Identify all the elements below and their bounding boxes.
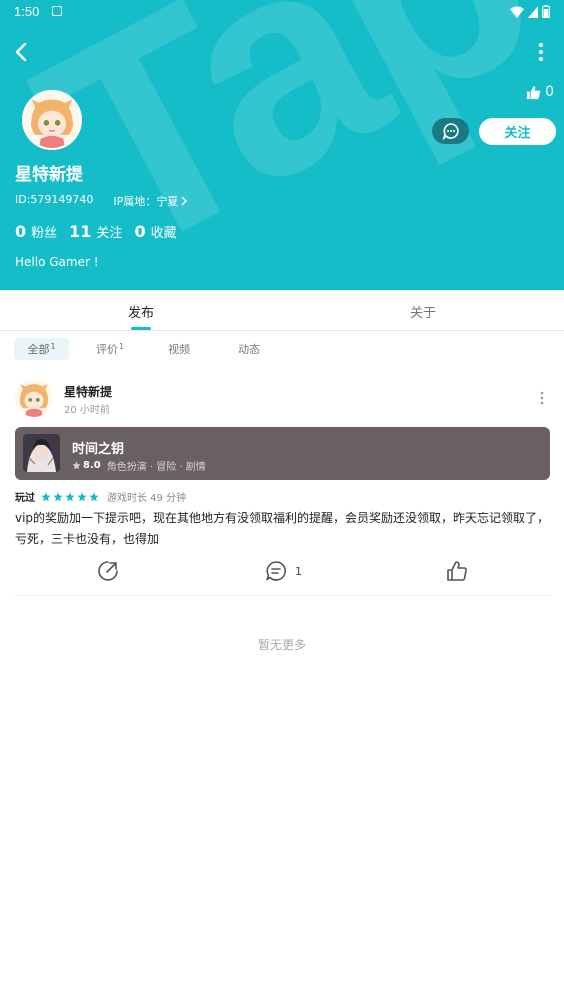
ip-location-text: IP属地：宁夏 xyxy=(113,195,179,208)
chevron-right-icon xyxy=(181,196,188,206)
like-count: 0 xyxy=(545,84,554,100)
more-vertical-icon xyxy=(540,391,544,405)
stat-favorites[interactable]: 0 收藏 xyxy=(134,222,176,241)
star-icon xyxy=(77,492,87,501)
comment-icon xyxy=(266,561,287,581)
profile-tabs: 发布 关于 xyxy=(0,290,564,331)
post-body[interactable]: vip的奖励加一下提示吧，现在其他地方有没领取福利的提醒，会员奖励还没领取，昨天… xyxy=(15,508,555,550)
user-id-line: ID:579149740 IP属地：宁夏 xyxy=(15,193,188,209)
filter-moments[interactable]: 动态 xyxy=(227,338,271,360)
chat-bubble-icon xyxy=(442,123,459,140)
star-icon xyxy=(72,461,81,470)
filter-reviews[interactable]: 评价 1 xyxy=(85,338,135,360)
share-button[interactable] xyxy=(97,560,119,586)
status-icons xyxy=(510,5,550,18)
content-filters: 全部 1 评价 1 视频 动态 xyxy=(14,338,279,360)
avatar-image xyxy=(15,379,53,417)
post-author-name[interactable]: 星特新提 xyxy=(64,383,112,400)
filter-label: 动态 xyxy=(238,343,261,356)
comment-button[interactable]: 1 xyxy=(265,560,302,582)
signal-icon xyxy=(528,5,538,18)
game-title: 时间之钥 xyxy=(72,442,125,457)
star-icon xyxy=(53,492,63,501)
played-rating-row: 玩过 游戏时长 49 分钟 xyxy=(15,489,186,504)
ip-location[interactable]: IP属地：宁夏 xyxy=(113,193,188,209)
stat-label: 关注 xyxy=(96,226,123,241)
game-cover-image xyxy=(23,434,60,472)
game-score: 8.0 xyxy=(72,460,101,471)
notification-icon xyxy=(52,6,62,16)
star-icon xyxy=(65,492,75,501)
stat-fans[interactable]: 0 粉丝 xyxy=(15,222,57,241)
username: 星特新提 xyxy=(15,165,83,185)
avatar-image xyxy=(24,92,80,148)
profile-header: TapTap 1:50 0 关注 xyxy=(0,0,564,290)
user-id: ID:579149740 xyxy=(15,193,94,206)
game-meta: 8.0 角色扮演 · 冒险 · 剧情 xyxy=(72,458,206,473)
post-timestamp: 20 小时前 xyxy=(64,405,110,416)
tab-publish[interactable]: 发布 xyxy=(128,302,154,321)
back-button[interactable] xyxy=(10,40,34,64)
star-icon xyxy=(41,492,51,501)
rating-stars xyxy=(41,492,99,502)
post-actions: 1 xyxy=(0,560,564,584)
stat-number: 0 xyxy=(15,222,27,241)
thumbs-up-icon xyxy=(527,85,541,99)
user-bio: Hello Gamer ! xyxy=(15,255,99,269)
filter-label: 视频 xyxy=(168,343,191,356)
battery-icon xyxy=(542,5,550,18)
post-divider xyxy=(15,595,550,596)
post-more-button[interactable] xyxy=(540,390,544,405)
game-icon xyxy=(23,434,60,472)
profile-likes[interactable]: 0 xyxy=(526,84,554,100)
no-more-text: 暂无更多 xyxy=(257,638,306,652)
share-icon xyxy=(98,561,118,581)
stat-number: 0 xyxy=(134,222,146,241)
filter-label: 全部 xyxy=(27,343,50,356)
like-button[interactable] xyxy=(446,560,468,586)
game-tags: 角色扮演 · 冒险 · 剧情 xyxy=(106,462,206,473)
game-score-value: 8.0 xyxy=(83,460,101,471)
star-icon xyxy=(89,492,99,501)
filter-videos[interactable]: 视频 xyxy=(157,338,201,360)
playtime: 游戏时长 49 分钟 xyxy=(107,493,187,504)
status-time: 1:50 xyxy=(14,4,40,19)
stat-label: 粉丝 xyxy=(31,226,58,241)
active-tab-indicator xyxy=(131,327,151,330)
follow-button[interactable]: 关注 xyxy=(479,118,556,145)
filter-label: 评价 xyxy=(96,343,118,356)
more-options-button[interactable] xyxy=(534,42,548,62)
status-bar: 1:50 xyxy=(0,0,564,24)
played-label: 玩过 xyxy=(15,493,35,504)
back-arrow-icon xyxy=(15,42,27,62)
game-card[interactable]: 时间之钥 8.0 角色扮演 · 冒险 · 剧情 xyxy=(15,427,550,480)
filter-count: 1 xyxy=(119,341,125,351)
tab-about[interactable]: 关于 xyxy=(410,302,436,321)
filter-count: 1 xyxy=(50,341,56,351)
wifi-icon xyxy=(510,6,524,18)
message-button[interactable] xyxy=(432,118,469,144)
profile-stats: 0 粉丝 11 关注 0 收藏 xyxy=(15,222,177,241)
avatar[interactable] xyxy=(22,90,82,150)
stat-label: 收藏 xyxy=(150,226,177,241)
stat-number: 11 xyxy=(69,222,92,241)
more-vertical-icon xyxy=(539,43,543,61)
thumbs-up-outline-icon xyxy=(447,561,467,581)
stat-following[interactable]: 11 关注 xyxy=(69,222,122,241)
filter-all[interactable]: 全部 1 xyxy=(14,338,69,360)
watermark-logo: TapTap xyxy=(0,0,564,290)
post-author-avatar[interactable] xyxy=(15,379,53,417)
comment-count: 1 xyxy=(295,564,302,578)
